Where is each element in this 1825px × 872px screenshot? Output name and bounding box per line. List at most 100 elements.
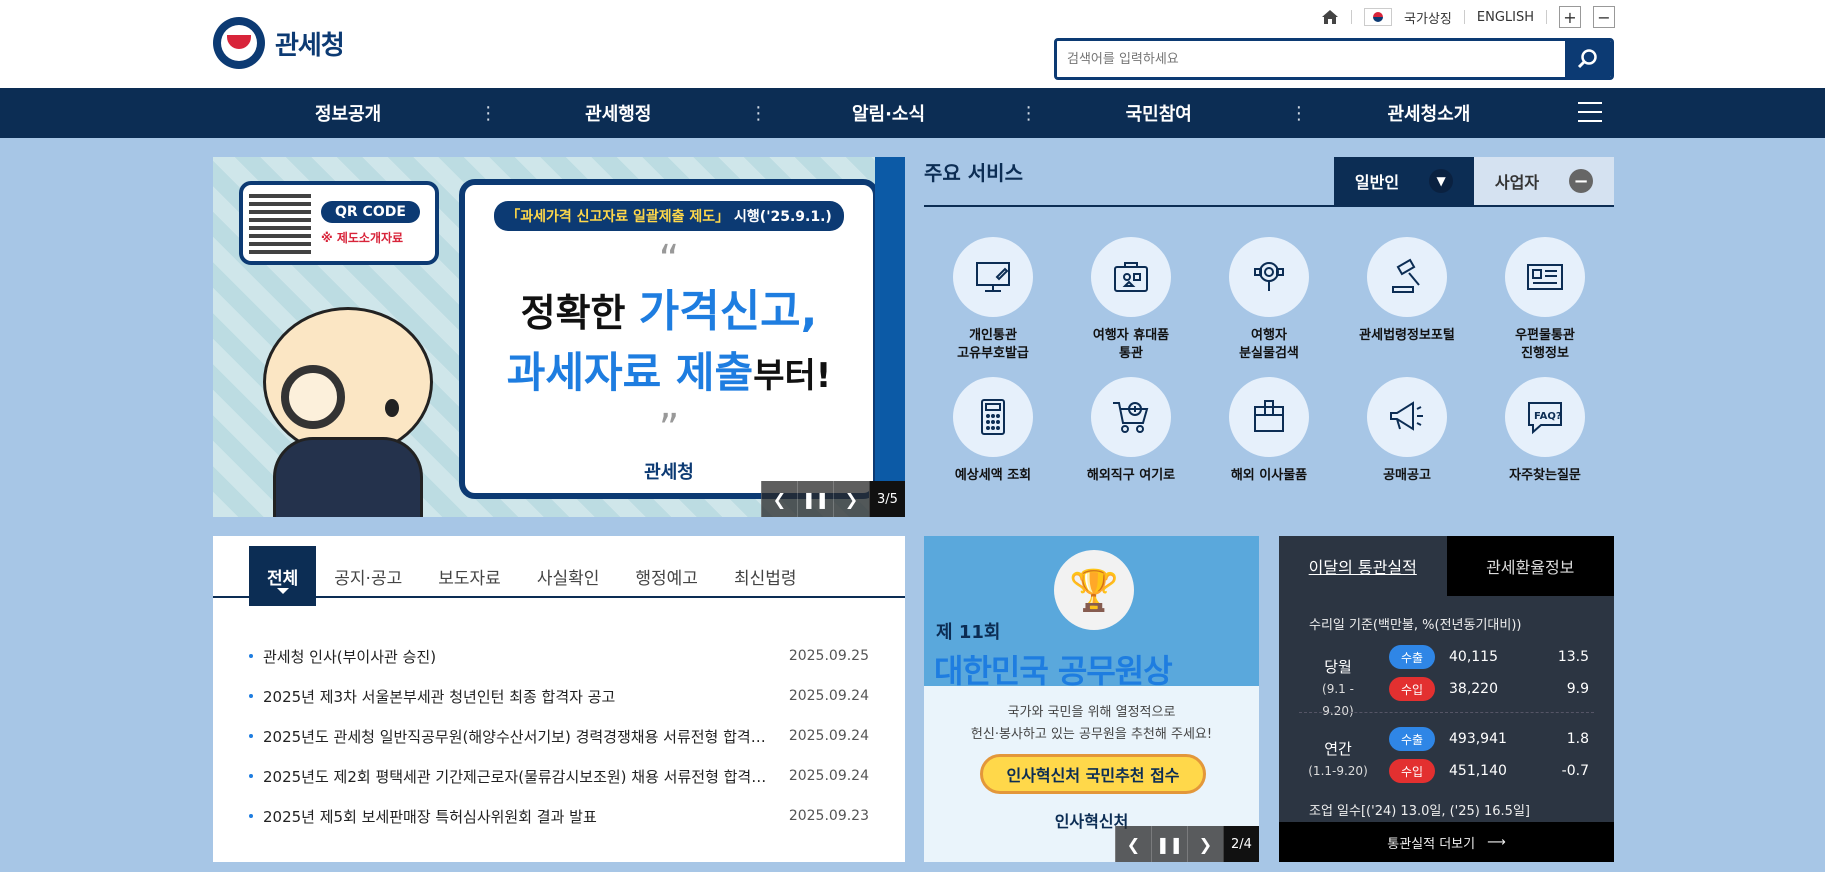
divider bbox=[1463, 10, 1465, 24]
minus-icon: − bbox=[1569, 169, 1594, 193]
prev-arrow-icon[interactable]: ❮ bbox=[761, 481, 797, 517]
promo-banner[interactable]: 🏆 제 11회 대한민국 공무원상 국가와 국민을 위해 열정적으로 헌신·봉사하… bbox=[924, 536, 1259, 862]
service-moving-goods[interactable]: 해외 이사물품 bbox=[1200, 377, 1338, 503]
banner-edge bbox=[875, 157, 905, 517]
banner-headline-1: 정확한 가격신고, bbox=[520, 286, 818, 337]
tab-general[interactable]: 일반인 ▼ bbox=[1334, 157, 1474, 205]
nav-item-news[interactable]: 알림·소식 bbox=[749, 88, 1023, 138]
arrow-right-icon: ⟶ bbox=[1487, 834, 1506, 850]
service-traveler-baggage[interactable]: 여행자 휴대품 통관 bbox=[1062, 237, 1200, 363]
next-arrow-icon[interactable]: ❯ bbox=[1187, 826, 1223, 862]
utility-bar: 국가상징 ENGLISH + − bbox=[1321, 6, 1615, 28]
box-icon bbox=[1254, 400, 1284, 432]
qr-box: QR CODE ※ 제도소개자료 bbox=[239, 181, 439, 265]
banner-card: 「과세가격 신고자료 일괄제출 제도」 시행('25.9.1.) “ 정확한 가… bbox=[459, 179, 879, 499]
suitcase-icon bbox=[1114, 262, 1148, 292]
logo-emblem-icon bbox=[213, 17, 265, 69]
import-badge: 수입 bbox=[1389, 759, 1435, 783]
calculator-icon bbox=[981, 399, 1005, 435]
english-link[interactable]: ENGLISH bbox=[1477, 10, 1534, 25]
service-label: 여행자 분실물검색 bbox=[1239, 328, 1299, 361]
pause-icon[interactable]: ❚❚ bbox=[1151, 826, 1187, 862]
home-icon[interactable] bbox=[1321, 9, 1339, 25]
service-label: 해외직구 여기로 bbox=[1086, 468, 1176, 483]
cart-icon bbox=[1113, 402, 1149, 433]
nav-item-customs-admin[interactable]: 관세행정 bbox=[479, 88, 753, 138]
promo-cta: 인사혁신처 국민추천 접수 bbox=[980, 754, 1206, 794]
divider bbox=[1546, 10, 1547, 24]
search-input[interactable] bbox=[1057, 41, 1565, 77]
tab-monthly-customs[interactable]: 이달의 통관실적 bbox=[1279, 536, 1447, 596]
tab-exchange-rate[interactable]: 관세환율정보 bbox=[1446, 536, 1614, 596]
search-button[interactable] bbox=[1565, 41, 1611, 77]
main-banner[interactable]: QR CODE ※ 제도소개자료 「과세가격 신고자료 일괄제출 제도」 시행(… bbox=[213, 157, 905, 517]
divider bbox=[1299, 712, 1594, 713]
prev-arrow-icon[interactable]: ❮ bbox=[1115, 826, 1151, 862]
service-label: 해외 이사물품 bbox=[1230, 468, 1308, 483]
import-badge: 수입 bbox=[1389, 677, 1435, 701]
mascot-dog-image bbox=[233, 307, 463, 517]
logo-text: 관세청 bbox=[275, 30, 345, 61]
monitor-icon bbox=[976, 262, 1010, 292]
service-label: 공매공고 bbox=[1383, 468, 1431, 483]
main-navigation: 정보공개 관세행정 알림·소식 국민참여 관세청소개 bbox=[0, 88, 1825, 138]
svg-text:FAQ?: FAQ? bbox=[1534, 411, 1562, 422]
service-overseas-direct[interactable]: 해외직구 여기로 bbox=[1062, 377, 1200, 503]
service-label: 예상세액 조회 bbox=[954, 468, 1032, 483]
working-days: 조업 일수[('24) 13.0일, ('25) 16.5일] bbox=[1309, 804, 1530, 819]
service-label: 우편물통관 진행정보 bbox=[1515, 328, 1575, 361]
service-personal-customs-code[interactable]: 개인통관 고유부호발급 bbox=[924, 237, 1062, 363]
qr-tag: QR CODE bbox=[321, 200, 420, 223]
list-item[interactable]: 2025년 제3차 서울본부세관 청년인턴 최종 합격자 공고 2025.09.2… bbox=[249, 676, 869, 716]
list-item[interactable]: 관세청 인사(부이사관 승진) 2025.09.25 bbox=[249, 636, 869, 676]
service-label: 관세법령정보포털 bbox=[1359, 328, 1455, 343]
gavel-icon bbox=[1392, 258, 1420, 293]
services-title: 주요 서비스 bbox=[924, 161, 1023, 185]
chevron-down-icon: ▼ bbox=[1429, 169, 1454, 193]
export-badge: 수출 bbox=[1389, 727, 1435, 751]
service-faq[interactable]: FAQ? 자주찾는질문 bbox=[1476, 377, 1614, 503]
search-box bbox=[1054, 38, 1614, 80]
service-label: 개인통관 고유부호발급 bbox=[957, 328, 1029, 361]
list-item[interactable]: 2025년도 관세청 일반직공무원(해양수산서기보) 경력경쟁채용 서류전형 합… bbox=[249, 716, 869, 756]
logo[interactable]: 관세청 bbox=[213, 17, 345, 69]
promo-number: 제 11회 bbox=[936, 622, 1001, 643]
menu-hamburger-icon[interactable] bbox=[1578, 102, 1602, 124]
promo-desc: 국가와 국민을 위해 열정적으로 헌신·봉사하고 있는 공무원을 추천해 주세요! bbox=[970, 705, 1213, 742]
korea-flag-icon bbox=[1364, 8, 1393, 26]
divider bbox=[1351, 10, 1353, 24]
faq-icon: FAQ? bbox=[1528, 402, 1562, 435]
customs-stats: 이달의 통관실적 관세환율정보 수리일 기준(백만불, %(전년동기대비)) 당… bbox=[1279, 536, 1614, 862]
notice-board: 전체 공지·공고 보도자료 사실확인 행정예고 최신법령 관세청 인사(부이사관… bbox=[213, 536, 905, 862]
banner-ribbon: 「과세가격 신고자료 일괄제출 제도」 시행('25.9.1.) bbox=[494, 201, 844, 231]
next-arrow-icon[interactable]: ❯ bbox=[833, 481, 869, 517]
national-symbol-link[interactable]: 국가상징 bbox=[1404, 8, 1452, 27]
service-postal-progress[interactable]: 우편물통관 진행정보 bbox=[1476, 237, 1614, 363]
megaphone-icon bbox=[1390, 401, 1423, 431]
open-quote-icon: “ bbox=[658, 237, 680, 283]
nav-item-about[interactable]: 관세청소개 bbox=[1290, 88, 1564, 138]
banner-controls: ❮ ❚❚ ❯ 3/5 bbox=[761, 481, 905, 517]
tab-business[interactable]: 사업자 − bbox=[1474, 157, 1614, 205]
mail-icon bbox=[1527, 264, 1563, 290]
promo-counter: 2/4 bbox=[1223, 826, 1259, 862]
nav-item-info-disclosure[interactable]: 정보공개 bbox=[213, 88, 483, 138]
service-public-sale[interactable]: 공매공고 bbox=[1338, 377, 1476, 503]
list-item[interactable]: 2025년도 제2회 평택세관 기간제근로자(물류감시보조원) 채용 서류전형 … bbox=[249, 756, 869, 796]
list-item[interactable]: 2025년 제5회 보세판매장 특허심사위원회 결과 발표 2025.09.23 bbox=[249, 796, 869, 836]
zoom-out-button[interactable]: − bbox=[1593, 6, 1615, 28]
banner-headline-2: 과세자료 제출부터! bbox=[506, 348, 832, 397]
search-icon bbox=[1254, 262, 1284, 291]
nav-item-participation[interactable]: 국민참여 bbox=[1020, 88, 1294, 138]
service-label: 여행자 휴대품 통관 bbox=[1092, 328, 1170, 361]
stats-caption: 수리일 기준(백만불, %(전년동기대비)) bbox=[1309, 618, 1522, 633]
promo-title: 대한민국 공무원상 bbox=[934, 652, 1173, 690]
trophy-icon: 🏆 bbox=[1054, 550, 1134, 630]
service-tax-estimate[interactable]: 예상세액 조회 bbox=[924, 377, 1062, 503]
stats-more-link[interactable]: 통관실적 더보기 ⟶ bbox=[1279, 822, 1614, 862]
service-label: 자주찾는질문 bbox=[1509, 468, 1581, 483]
service-lost-and-found[interactable]: 여행자 분실물검색 bbox=[1200, 237, 1338, 363]
zoom-in-button[interactable]: + bbox=[1559, 6, 1581, 28]
service-law-portal[interactable]: 관세법령정보포털 bbox=[1338, 237, 1476, 363]
pause-icon[interactable]: ❚❚ bbox=[797, 481, 833, 517]
